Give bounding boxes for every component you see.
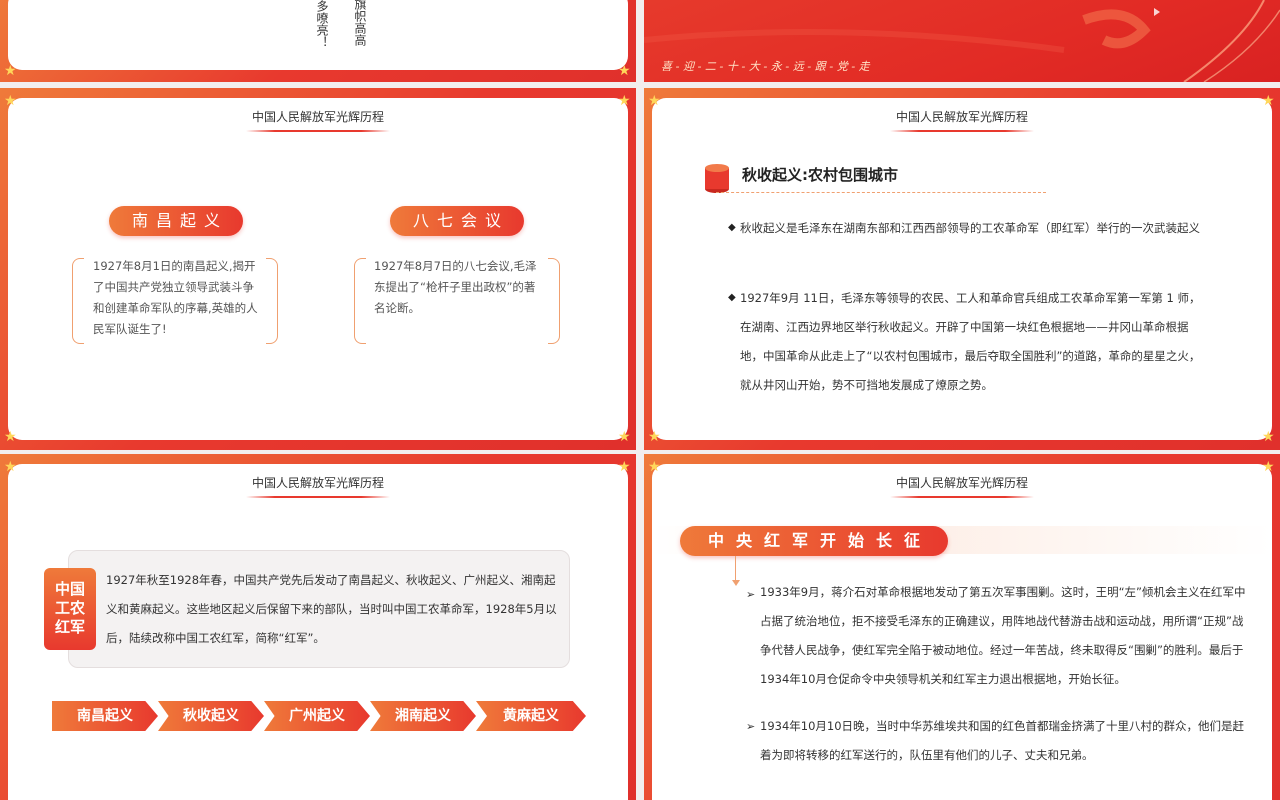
star-icon: ★ bbox=[618, 459, 631, 475]
section-title: 中国人民解放军光辉历程 bbox=[8, 474, 628, 498]
title-underline bbox=[890, 496, 1034, 498]
nanchang-uprising-pill: 南昌起义 bbox=[109, 206, 243, 236]
section-title: 中国人民解放军光辉历程 bbox=[652, 108, 1272, 132]
heading-dashed-line bbox=[716, 192, 1046, 193]
star-icon: ★ bbox=[1262, 459, 1275, 475]
star-icon: ★ bbox=[1262, 429, 1275, 445]
slide-thumbnail-4[interactable]: 中国人民解放军光辉历程 秋收起义:农村包围城市 ◆ 秋收起义是毛泽东在湖南东部和… bbox=[644, 88, 1280, 450]
cylinder-icon bbox=[705, 164, 729, 193]
star-icon: ★ bbox=[4, 459, 17, 475]
step-xiangnan: 湘南起义 bbox=[370, 701, 476, 731]
pill-connector-line bbox=[735, 556, 736, 582]
autumn-harvest-heading: 秋收起义:农村包围城市 bbox=[742, 166, 898, 184]
left-brace bbox=[354, 258, 366, 344]
august-seventh-meeting-pill: 八七会议 bbox=[390, 206, 524, 236]
diamond-bullet-icon: ◆ bbox=[728, 292, 736, 303]
info-box-text: 1927年秋至1928年春，中国共产党先后发动了南昌起义、秋收起义、广州起义、湘… bbox=[106, 573, 557, 645]
section-title: 中国人民解放军光辉历程 bbox=[652, 474, 1272, 498]
title-underline bbox=[246, 496, 390, 498]
vertical-text-b: 旗帜高高 bbox=[353, 0, 367, 46]
slide-thumbnail-5[interactable]: 中国人民解放军光辉历程 中国工农红军 1927年秋至1928年春，中国共产党先后… bbox=[0, 454, 636, 800]
bullet-text-1: 1933年9月，蒋介石对革命根据地发动了第五次军事围剿。这时，王明“左”倾机会主… bbox=[760, 585, 1246, 686]
star-icon: ★ bbox=[1262, 93, 1275, 109]
chevron-bullet-icon: ➢ bbox=[746, 588, 756, 601]
slide-thumbnail-1[interactable]: 多嘹亮！ 旗帜高高 ★ ★ bbox=[0, 0, 636, 82]
bullet-text-1: 秋收起义是毛泽东在湖南东部和江西西部领导的工农革命军（即红军）举行的一次武装起义 bbox=[740, 221, 1200, 235]
right-brace bbox=[266, 258, 278, 344]
title-underline bbox=[246, 130, 390, 132]
chevron-bullet-icon: ➢ bbox=[746, 720, 756, 733]
star-icon: ★ bbox=[4, 429, 17, 445]
slide-thumbnail-6[interactable]: 中国人民解放军光辉历程 中央红军开始长征 ➢ 1933年9月，蒋介石对革命根据地… bbox=[644, 454, 1280, 800]
star-icon: ★ bbox=[648, 429, 661, 445]
step-nanchang: 南昌起义 bbox=[52, 701, 158, 731]
vertical-text-a: 多嘹亮！ bbox=[315, 0, 329, 48]
meeting-description: 1927年8月7日的八七会议,毛泽东提出了“枪杆子里出政权”的著名论断。 bbox=[374, 259, 537, 315]
slide-thumbnail-3[interactable]: 中国人民解放军光辉历程 南昌起义 1927年8月1日的南昌起义,揭开了中国共产党… bbox=[0, 88, 636, 450]
left-brace bbox=[72, 258, 84, 344]
star-icon: ★ bbox=[648, 93, 661, 109]
red-army-badge: 中国工农红军 bbox=[44, 568, 96, 650]
uprising-steps: 南昌起义 秋收起义 广州起义 湘南起义 黄麻起义 bbox=[52, 701, 592, 731]
slogan-text: 喜 - 迎 - 二 - 十 - 大 - 永 - 远 - 跟 - 党 - 走 bbox=[661, 60, 870, 73]
step-guangzhou: 广州起义 bbox=[264, 701, 370, 731]
slide-thumbnail-2[interactable]: 喜 - 迎 - 二 - 十 - 大 - 永 - 远 - 跟 - 党 - 走 bbox=[644, 0, 1280, 82]
star-icon: ★ bbox=[4, 63, 17, 79]
diamond-bullet-icon: ◆ bbox=[728, 222, 736, 233]
star-icon: ★ bbox=[648, 459, 661, 475]
nanchang-description: 1927年8月1日的南昌起义,揭开了中国共产党独立领导武装斗争和创建革命军队的序… bbox=[93, 259, 258, 336]
star-icon: ★ bbox=[618, 63, 631, 79]
step-autumn-harvest: 秋收起义 bbox=[158, 701, 264, 731]
star-icon: ★ bbox=[4, 93, 17, 109]
bullet-text-2: 1927年9月 11日，毛泽东等领导的农民、工人和革命官兵组成工农革命军第一军第… bbox=[740, 291, 1201, 392]
star-icon: ★ bbox=[618, 93, 631, 109]
section-title: 中国人民解放军光辉历程 bbox=[8, 108, 628, 132]
step-huangma: 黄麻起义 bbox=[476, 701, 586, 731]
star-icon: ★ bbox=[618, 429, 631, 445]
right-brace bbox=[548, 258, 560, 344]
title-underline bbox=[890, 130, 1034, 132]
long-march-pill: 中央红军开始长征 bbox=[680, 526, 948, 556]
bullet-text-2: 1934年10月10日晚，当时中华苏维埃共和国的红色首都瑞金挤满了十里八村的群众… bbox=[760, 719, 1245, 762]
pill-connector-arrow bbox=[732, 580, 740, 586]
